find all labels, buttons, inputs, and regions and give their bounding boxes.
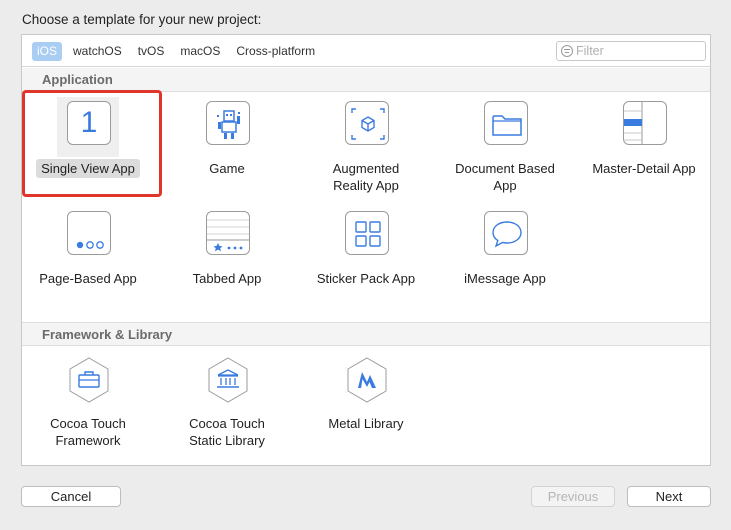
- toolbox-icon: [67, 356, 111, 403]
- toolbar: iOS watchOS tvOS macOS Cross-platform: [22, 35, 710, 67]
- template-label: Master-Detail App: [592, 161, 696, 176]
- sticker-pack-icon: [345, 211, 389, 255]
- filter-icon: [561, 45, 573, 57]
- template-metal-library[interactable]: Metal Library: [297, 348, 435, 448]
- metal-icon: [345, 356, 389, 403]
- template-augmented-reality-app[interactable]: Augmented Reality App: [297, 93, 435, 193]
- single-view-icon: 1: [67, 101, 111, 145]
- template-label: Augmented Reality App: [332, 161, 400, 193]
- master-detail-icon: [623, 101, 667, 145]
- template-label: Tabbed App: [192, 271, 262, 286]
- template-label: Cocoa Touch Framework: [50, 416, 126, 448]
- template-label: Single View App: [19, 159, 157, 178]
- previous-button[interactable]: Previous: [531, 486, 615, 507]
- dialog-heading: Choose a template for your new project:: [22, 12, 262, 27]
- template-single-view-app[interactable]: 1 Single View App: [19, 93, 157, 193]
- document-based-icon: [484, 101, 528, 145]
- template-master-detail-app[interactable]: Master-Detail App: [575, 93, 713, 193]
- template-label: Metal Library: [328, 416, 404, 431]
- section-header-application: Application: [22, 68, 710, 92]
- library-building-icon: [206, 356, 250, 403]
- tab-watchos[interactable]: watchOS: [68, 42, 127, 61]
- tab-macos[interactable]: macOS: [175, 42, 225, 61]
- tab-ios[interactable]: iOS: [32, 42, 63, 61]
- template-tabbed-app[interactable]: Tabbed App: [158, 203, 296, 303]
- template-cocoa-touch-static-library[interactable]: Cocoa Touch Static Library: [158, 348, 296, 448]
- tabbed-icon: [206, 211, 250, 255]
- tab-cross-platform[interactable]: Cross-platform: [231, 42, 320, 61]
- single-view-number: 1: [80, 106, 98, 139]
- filter-field[interactable]: [556, 41, 706, 61]
- template-panel: iOS watchOS tvOS macOS Cross-platform Ap…: [21, 34, 711, 466]
- template-label: Document Based App: [455, 161, 555, 193]
- template-cocoa-touch-framework[interactable]: Cocoa Touch Framework: [19, 348, 157, 448]
- template-page-based-app[interactable]: Page-Based App: [19, 203, 157, 303]
- cancel-button[interactable]: Cancel: [21, 486, 121, 507]
- game-icon: [206, 101, 250, 145]
- page-based-icon: [67, 211, 111, 255]
- template-sticker-pack-app[interactable]: Sticker Pack App: [297, 203, 435, 303]
- template-game[interactable]: Game: [158, 93, 296, 193]
- template-label: Page-Based App: [39, 271, 137, 286]
- template-imessage-app[interactable]: iMessage App: [436, 203, 574, 303]
- tab-tvos[interactable]: tvOS: [133, 42, 170, 61]
- platform-tabs: iOS watchOS tvOS macOS Cross-platform: [32, 42, 326, 61]
- augmented-reality-icon: [345, 101, 389, 145]
- template-label: Sticker Pack App: [316, 271, 416, 286]
- imessage-icon: [484, 211, 528, 255]
- filter-input[interactable]: [576, 43, 696, 59]
- template-document-based-app[interactable]: Document Based App: [436, 93, 574, 193]
- template-label: iMessage App: [464, 271, 546, 286]
- template-label: Cocoa Touch Static Library: [189, 416, 265, 448]
- next-button[interactable]: Next: [627, 486, 711, 507]
- section-header-framework-library: Framework & Library: [22, 322, 710, 346]
- template-label: Game: [209, 161, 245, 176]
